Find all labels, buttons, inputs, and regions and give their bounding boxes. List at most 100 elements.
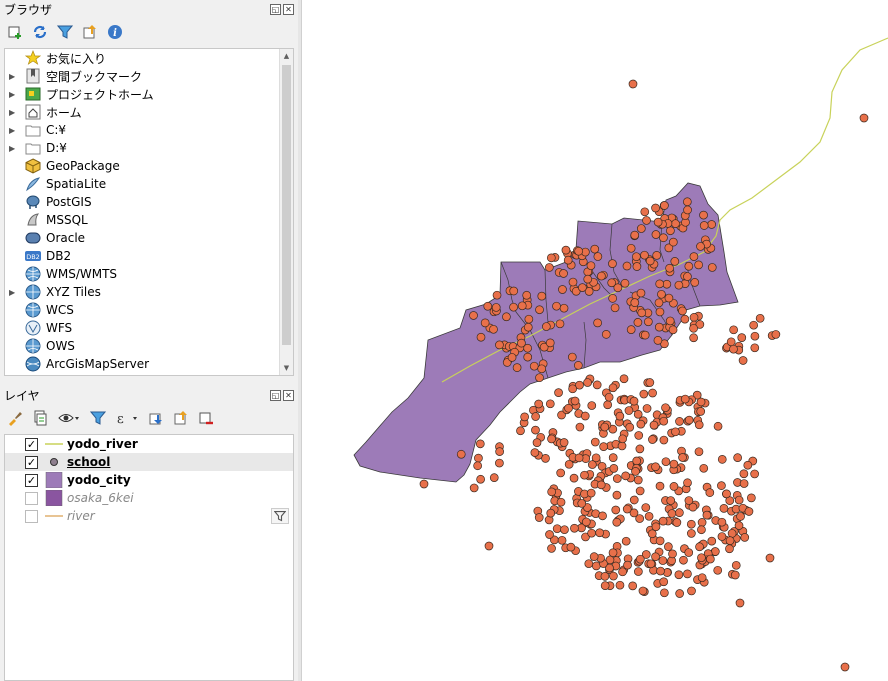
school-point <box>653 217 663 227</box>
layer-visibility-checkbox[interactable]: ✓ <box>25 437 38 451</box>
school-point <box>546 253 556 263</box>
browser-item[interactable]: SpatiaLite <box>5 175 293 193</box>
browser-item[interactable]: MSSQL <box>5 211 293 229</box>
school-point <box>750 331 760 341</box>
layer-filter-icon[interactable] <box>271 508 289 524</box>
layer-item-yodo_city[interactable]: ✓ yodo_city <box>5 471 293 489</box>
expression-filter-icon[interactable]: ε <box>114 409 140 427</box>
expand-arrow-icon[interactable]: ▶ <box>9 288 17 297</box>
browser-item[interactable]: WCS <box>5 301 293 319</box>
filter-legend-icon[interactable] <box>89 409 107 427</box>
project-home-icon <box>25 86 41 102</box>
browser-scrollbar[interactable]: ▲ ▼ <box>279 49 293 375</box>
school-point <box>532 438 542 447</box>
layer-visibility-checkbox[interactable]: ✓ <box>25 455 38 469</box>
browser-item-label: XYZ Tiles <box>46 285 101 299</box>
browser-item[interactable]: ▶ 空間ブックマーク <box>5 67 293 85</box>
layer-visibility-checkbox[interactable] <box>25 491 38 505</box>
school-point <box>586 488 596 498</box>
layer-item-osaka_6kei[interactable]: osaka_6kei <box>5 489 293 507</box>
browser-item[interactable]: WMS/WMTS <box>5 265 293 283</box>
school-point <box>725 536 735 546</box>
school-point <box>634 567 643 576</box>
browser-item-label: OWS <box>46 339 75 353</box>
layer-visibility-checkbox[interactable]: ✓ <box>25 473 38 487</box>
school-point <box>750 343 760 353</box>
browser-item-label: プロジェクトホーム <box>46 87 154 102</box>
expand-arrow-icon[interactable]: ▶ <box>9 108 17 117</box>
float-panel-button[interactable]: ◱ <box>270 3 281 15</box>
filter-icon[interactable] <box>56 23 74 41</box>
close-panel-button[interactable]: ✕ <box>283 3 294 15</box>
scroll-thumb[interactable] <box>282 65 291 345</box>
browser-item[interactable]: ▶ プロジェクトホーム <box>5 85 293 103</box>
browser-item[interactable]: DB2 DB2 <box>5 247 293 265</box>
browser-item[interactable]: PostGIS <box>5 193 293 211</box>
school-point <box>630 230 640 240</box>
school-point <box>483 301 493 311</box>
expand-arrow-icon[interactable]: ▶ <box>9 126 17 135</box>
school-point <box>547 544 556 553</box>
school-point <box>632 252 641 262</box>
layer-item-yodo_river[interactable]: ✓ yodo_river <box>5 435 293 453</box>
browser-item[interactable]: ▶ ホーム <box>5 103 293 121</box>
school-point <box>476 332 486 342</box>
school-point <box>577 499 587 508</box>
school-point <box>475 439 485 449</box>
browser-item[interactable]: OWS <box>5 337 293 355</box>
expand-arrow-icon[interactable]: ▶ <box>9 144 17 153</box>
browser-item[interactable]: ArcGisMapServer <box>5 355 293 373</box>
school-point <box>648 435 657 444</box>
school-point <box>534 513 544 522</box>
layer-symbol-point-icon <box>45 454 63 470</box>
collapse-all-icon[interactable] <box>172 409 190 427</box>
scroll-up-arrow[interactable]: ▲ <box>280 49 293 63</box>
school-point <box>727 529 737 538</box>
map-canvas[interactable] <box>302 0 888 681</box>
add-layer-icon[interactable] <box>6 23 24 41</box>
collapse-all-icon[interactable] <box>81 23 99 41</box>
school-point <box>699 463 709 473</box>
school-point <box>738 356 748 365</box>
browser-item[interactable]: ▶ D:¥ <box>5 139 293 157</box>
layer-item-river[interactable]: river <box>5 507 293 525</box>
browser-item[interactable]: Oracle <box>5 229 293 247</box>
expand-all-icon[interactable] <box>147 409 165 427</box>
school-point <box>697 573 707 583</box>
school-point <box>611 505 621 515</box>
browser-panel-title: ブラウザ <box>4 2 53 17</box>
browser-item[interactable]: GeoPackage <box>5 157 293 175</box>
layer-visibility-checkbox[interactable] <box>25 509 38 523</box>
school-point <box>622 261 632 271</box>
school-point <box>612 474 622 483</box>
school-point <box>687 586 696 596</box>
add-group-icon[interactable] <box>31 409 49 427</box>
float-panel-button[interactable]: ◱ <box>270 389 281 401</box>
remove-layer-icon[interactable] <box>197 409 215 427</box>
school-point <box>655 536 665 546</box>
refresh-icon[interactable] <box>31 23 49 41</box>
layers-tree[interactable]: ✓ yodo_river ✓ school ✓ yodo_city osaka_6kei ri… <box>4 434 294 681</box>
school-point <box>586 261 596 271</box>
visibility-eye-icon[interactable] <box>56 409 82 427</box>
school-point <box>668 549 677 559</box>
school-point <box>659 577 669 587</box>
expand-arrow-icon[interactable]: ▶ <box>9 90 17 99</box>
expand-arrow-icon[interactable]: ▶ <box>9 72 17 81</box>
school-point <box>654 298 664 308</box>
layer-item-school[interactable]: ✓ school <box>5 453 293 471</box>
style-paint-icon[interactable] <box>6 409 24 427</box>
close-panel-button[interactable]: ✕ <box>283 389 294 401</box>
browser-item[interactable]: ▶ C:¥ <box>5 121 293 139</box>
scroll-down-arrow[interactable]: ▼ <box>280 361 293 375</box>
school-point <box>680 394 690 404</box>
school-point <box>535 305 544 315</box>
browser-item[interactable]: ▶ XYZ Tiles <box>5 283 293 301</box>
browser-item[interactable]: WFS <box>5 319 293 337</box>
browser-tree[interactable]: お気に入り ▶ 空間ブックマーク ▶ プロジェクトホーム ▶ ホーム ▶ C:¥ ▶ D:¥ GeoP… <box>4 48 294 376</box>
browser-item[interactable]: お気に入り <box>5 49 293 67</box>
info-icon[interactable]: i <box>106 23 124 41</box>
school-point <box>655 481 665 491</box>
school-point <box>755 313 765 323</box>
school-point <box>664 542 673 552</box>
